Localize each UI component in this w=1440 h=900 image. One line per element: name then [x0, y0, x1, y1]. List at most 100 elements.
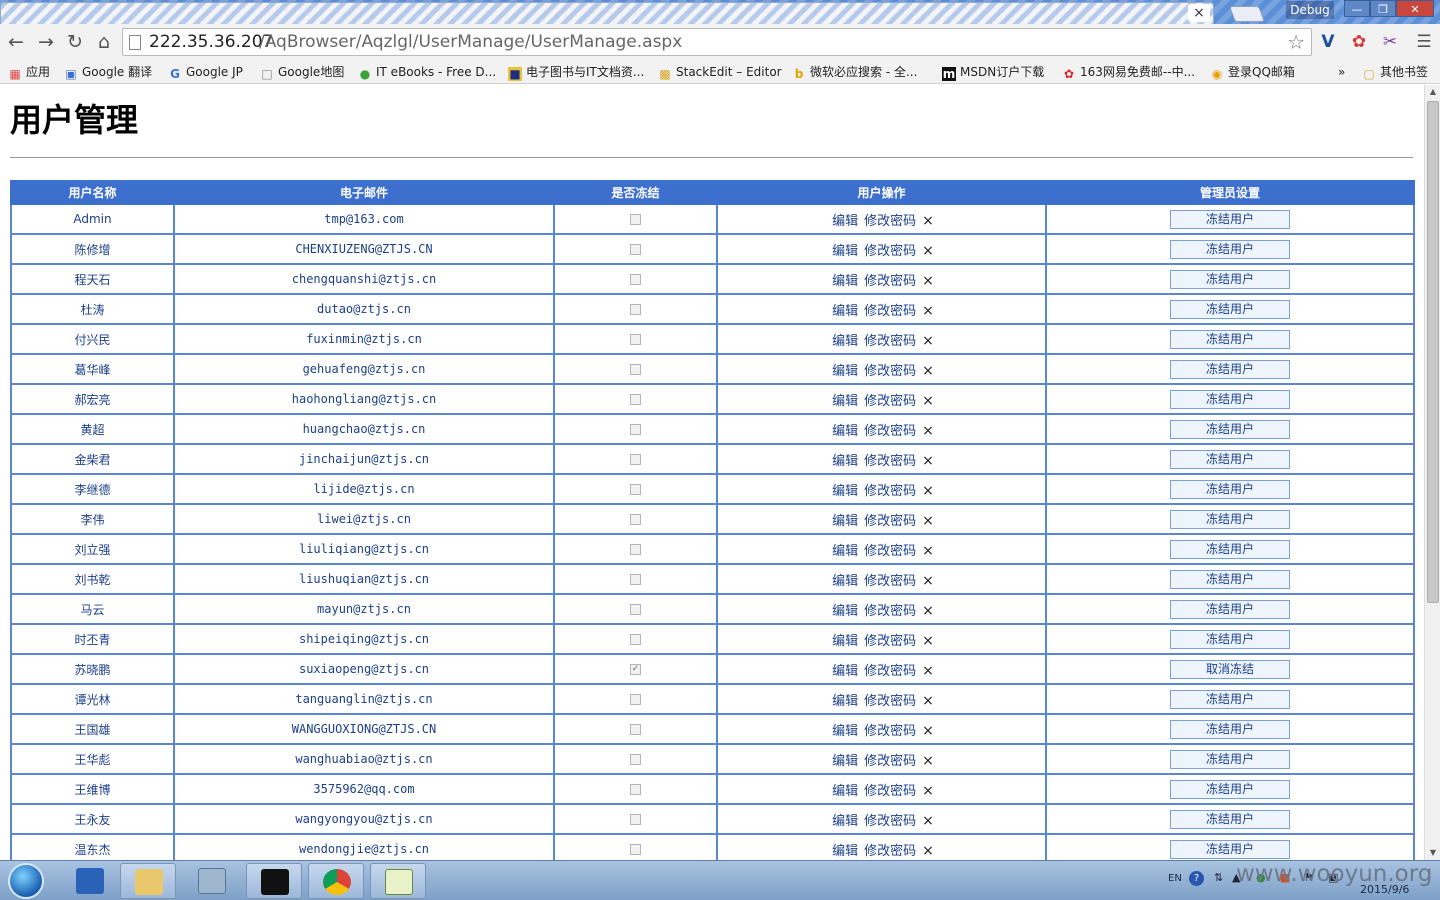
- delete-icon[interactable]: ×: [922, 243, 934, 259]
- frozen-checkbox[interactable]: [630, 544, 641, 555]
- change-password-link[interactable]: 修改密码: [864, 484, 916, 499]
- tab-close-icon[interactable]: ×: [1188, 4, 1210, 22]
- freeze-button[interactable]: 冻结用户: [1170, 449, 1290, 469]
- extension-flow-icon[interactable]: ✿: [1349, 32, 1369, 52]
- change-password-link[interactable]: 修改密码: [864, 244, 916, 259]
- change-password-link[interactable]: 修改密码: [864, 694, 916, 709]
- change-password-link[interactable]: 修改密码: [864, 274, 916, 289]
- delete-icon[interactable]: ×: [922, 513, 934, 529]
- bookmark-it-ebooks[interactable]: ● IT eBooks - Free D...: [358, 63, 496, 81]
- taskbar-notepad[interactable]: [370, 863, 426, 899]
- edit-link[interactable]: 编辑: [832, 244, 858, 259]
- frozen-checkbox[interactable]: [630, 694, 641, 705]
- delete-icon[interactable]: ×: [922, 363, 934, 379]
- edit-link[interactable]: 编辑: [832, 724, 858, 739]
- delete-icon[interactable]: ×: [922, 783, 934, 799]
- freeze-button[interactable]: 冻结用户: [1170, 389, 1290, 409]
- frozen-checkbox[interactable]: [630, 604, 641, 615]
- freeze-button[interactable]: 冻结用户: [1170, 479, 1290, 499]
- edit-link[interactable]: 编辑: [832, 784, 858, 799]
- delete-icon[interactable]: ×: [922, 633, 934, 649]
- change-password-link[interactable]: 修改密码: [864, 784, 916, 799]
- frozen-checkbox[interactable]: [630, 484, 641, 495]
- change-password-link[interactable]: 修改密码: [864, 304, 916, 319]
- edit-link[interactable]: 编辑: [832, 484, 858, 499]
- edit-link[interactable]: 编辑: [832, 754, 858, 769]
- edit-link[interactable]: 编辑: [832, 514, 858, 529]
- frozen-checkbox[interactable]: [630, 244, 641, 255]
- change-password-link[interactable]: 修改密码: [864, 634, 916, 649]
- edit-link[interactable]: 编辑: [832, 334, 858, 349]
- new-tab-button[interactable]: [1229, 6, 1265, 22]
- delete-icon[interactable]: ×: [922, 843, 934, 859]
- change-password-link[interactable]: 修改密码: [864, 754, 916, 769]
- freeze-button[interactable]: 冻结用户: [1170, 839, 1290, 859]
- edit-link[interactable]: 编辑: [832, 604, 858, 619]
- menu-icon[interactable]: ☰: [1414, 32, 1434, 52]
- delete-icon[interactable]: ×: [922, 723, 934, 739]
- frozen-checkbox[interactable]: [630, 754, 641, 765]
- edit-link[interactable]: 编辑: [832, 394, 858, 409]
- edit-link[interactable]: 编辑: [832, 664, 858, 679]
- bookmarks-overflow-chevron[interactable]: »: [1338, 63, 1345, 81]
- freeze-button[interactable]: 冻结用户: [1170, 239, 1290, 259]
- edit-link[interactable]: 编辑: [832, 634, 858, 649]
- help-icon[interactable]: ?: [1189, 871, 1204, 886]
- delete-icon[interactable]: ×: [922, 303, 934, 319]
- edit-link[interactable]: 编辑: [832, 844, 858, 859]
- edit-link[interactable]: 编辑: [832, 214, 858, 229]
- delete-icon[interactable]: ×: [922, 273, 934, 289]
- edit-link[interactable]: 编辑: [832, 544, 858, 559]
- frozen-checkbox[interactable]: ✓: [630, 664, 641, 675]
- freeze-button[interactable]: 冻结用户: [1170, 569, 1290, 589]
- bookmark-apps[interactable]: ▦ 应用: [8, 63, 50, 81]
- bookmark-stackedit[interactable]: ▩ StackEdit – Editor: [658, 63, 781, 81]
- edit-link[interactable]: 编辑: [832, 454, 858, 469]
- edit-link[interactable]: 编辑: [832, 814, 858, 829]
- freeze-button[interactable]: 冻结用户: [1170, 749, 1290, 769]
- input-language[interactable]: EN: [1168, 873, 1182, 884]
- minimize-icon[interactable]: —: [1344, 0, 1370, 17]
- frozen-checkbox[interactable]: [630, 784, 641, 795]
- freeze-button[interactable]: 冻结用户: [1170, 629, 1290, 649]
- change-password-link[interactable]: 修改密码: [864, 364, 916, 379]
- forward-arrow-icon[interactable]: →: [34, 30, 58, 54]
- freeze-button[interactable]: 冻结用户: [1170, 269, 1290, 289]
- delete-icon[interactable]: ×: [922, 453, 934, 469]
- frozen-checkbox[interactable]: [630, 814, 641, 825]
- frozen-checkbox[interactable]: [630, 274, 641, 285]
- taskbar-cmd[interactable]: [246, 863, 302, 899]
- frozen-checkbox[interactable]: [630, 364, 641, 375]
- extension-scissors-icon[interactable]: ✂: [1380, 32, 1400, 52]
- frozen-checkbox[interactable]: [630, 514, 641, 525]
- tray-arrow-icon[interactable]: ⇅: [1214, 871, 1223, 884]
- freeze-button[interactable]: 冻结用户: [1170, 779, 1290, 799]
- edit-link[interactable]: 编辑: [832, 424, 858, 439]
- bookmark-ebook-docs[interactable]: ■ 电子图书与IT文档资...: [508, 63, 644, 81]
- taskbar-calculator[interactable]: [184, 863, 240, 899]
- delete-icon[interactable]: ×: [922, 753, 934, 769]
- frozen-checkbox[interactable]: [630, 574, 641, 585]
- change-password-link[interactable]: 修改密码: [864, 454, 916, 469]
- freeze-button[interactable]: 冻结用户: [1170, 359, 1290, 379]
- delete-icon[interactable]: ×: [922, 663, 934, 679]
- change-password-link[interactable]: 修改密码: [864, 334, 916, 349]
- edit-link[interactable]: 编辑: [832, 364, 858, 379]
- delete-icon[interactable]: ×: [922, 603, 934, 619]
- page-scrollbar[interactable]: ▲ ▼: [1424, 85, 1440, 860]
- bookmark-msdn[interactable]: m MSDN订户下载: [942, 63, 1044, 81]
- delete-icon[interactable]: ×: [922, 423, 934, 439]
- freeze-button[interactable]: 冻结用户: [1170, 209, 1290, 229]
- change-password-link[interactable]: 修改密码: [864, 544, 916, 559]
- extension-v-icon[interactable]: V: [1318, 32, 1338, 52]
- frozen-checkbox[interactable]: [630, 214, 641, 225]
- delete-icon[interactable]: ×: [922, 573, 934, 589]
- clock-date[interactable]: 2015/9/6: [1360, 883, 1409, 896]
- edit-link[interactable]: 编辑: [832, 304, 858, 319]
- freeze-button[interactable]: 冻结用户: [1170, 809, 1290, 829]
- back-arrow-icon[interactable]: ←: [4, 30, 28, 54]
- change-password-link[interactable]: 修改密码: [864, 604, 916, 619]
- change-password-link[interactable]: 修改密码: [864, 814, 916, 829]
- taskbar-explorer[interactable]: [120, 863, 176, 899]
- scroll-thumb[interactable]: [1427, 101, 1439, 603]
